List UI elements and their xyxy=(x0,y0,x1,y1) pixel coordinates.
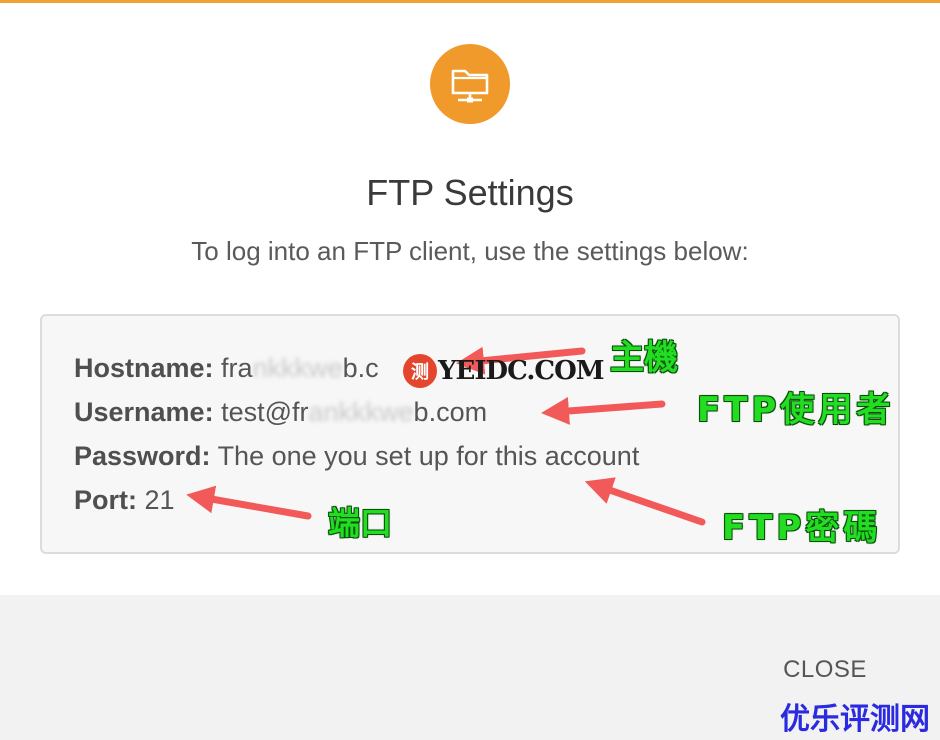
username-value-start: test@fr xyxy=(221,397,309,427)
username-label: Username: xyxy=(74,397,214,427)
close-button[interactable]: CLOSE xyxy=(770,650,880,690)
watermark-bottom: 优乐评测网 xyxy=(780,702,930,737)
annotation-password: FTP密碼 xyxy=(722,508,882,548)
password-value: The one you set up for this account xyxy=(217,441,640,471)
username-row: Username: test@frankkkweb.com xyxy=(74,396,487,428)
dialog-subtitle: To log into an FTP client, use the setti… xyxy=(191,236,749,266)
watermark-site: YEIDC.COM xyxy=(438,356,604,386)
annotation-port: 端口 xyxy=(328,504,393,542)
username-value-blurred: ankkkwe xyxy=(308,397,414,427)
username-value-end: b.com xyxy=(413,397,488,427)
password-row: Password: The one you set up for this ac… xyxy=(74,440,639,472)
hostname-value-blurred: nkkkwe xyxy=(252,353,343,383)
port-value: 21 xyxy=(144,485,175,515)
hostname-value-end: b.c xyxy=(342,353,379,383)
port-row: Port: 21 xyxy=(74,484,175,516)
watermark-stamp: 测 xyxy=(403,354,437,388)
annotation-user: FTP使用者 xyxy=(697,390,895,430)
hostname-row: Hostname: frankkkweb.c xyxy=(74,352,379,384)
folder-network-icon xyxy=(430,44,510,124)
port-label: Port: xyxy=(74,485,137,515)
dialog-title: FTP Settings xyxy=(366,172,574,213)
password-label: Password: xyxy=(74,441,211,471)
hostname-label: Hostname: xyxy=(74,353,214,383)
annotation-host: 主機 xyxy=(610,338,678,378)
hostname-value-start: fra xyxy=(221,353,253,383)
